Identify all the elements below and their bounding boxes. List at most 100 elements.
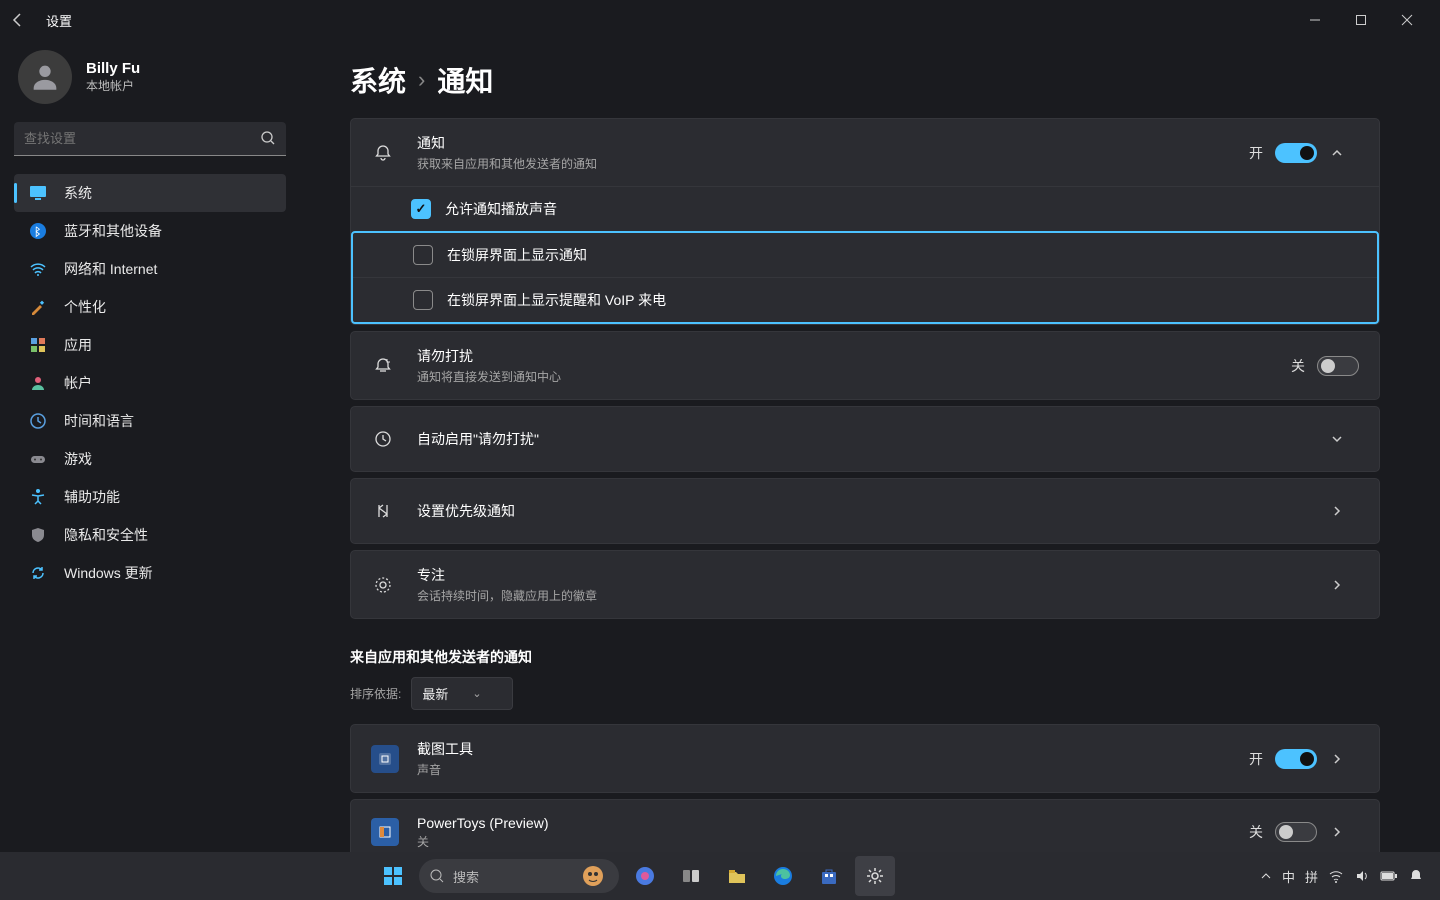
battery-icon[interactable] [1380,870,1398,882]
user-name: Billy Fu [86,60,140,77]
chevron-right-icon [1331,579,1359,591]
checkbox-icon[interactable] [411,199,431,219]
app-toggle[interactable] [1275,749,1317,769]
priority-card[interactable]: 设置优先级通知 [350,478,1380,544]
setting-title: 自动启用"请勿打扰" [417,429,1331,449]
dnd-toggle[interactable] [1317,356,1359,376]
app-toggle[interactable] [1275,822,1317,842]
sidebar-item-label: 系统 [64,183,92,203]
sort-select[interactable]: 最新 ⌄ [411,677,512,710]
breadcrumb: 系统 › 通知 [350,60,1380,100]
sidebar: Billy Fu 本地帐户 系统 蓝牙和其他设备 网络和 Internet [0,40,300,852]
app-sender-snipping[interactable]: 截图工具 声音 开 [350,724,1380,793]
system-icon [26,184,50,202]
store-button[interactable] [809,856,849,896]
user-account-type: 本地帐户 [86,77,140,94]
bell-icon [371,143,395,163]
sidebar-item-gaming[interactable]: 游戏 [14,440,286,478]
setting-subtitle: 获取来自应用和其他发送者的通知 [417,155,1249,172]
ime-mode[interactable]: 拼 [1305,867,1318,886]
time-icon [26,412,50,430]
taskbar-search[interactable]: 搜索 [419,859,619,893]
chevron-up-icon[interactable] [1331,147,1359,159]
clock-icon [371,429,395,449]
gaming-icon [26,450,50,468]
checkbox-icon[interactable] [413,245,433,265]
sidebar-item-label: 网络和 Internet [64,259,157,279]
close-button[interactable] [1384,0,1430,40]
sidebar-item-apps[interactable]: 应用 [14,326,286,364]
search-box[interactable] [14,122,286,156]
notification-icon[interactable] [1408,868,1424,884]
taskbar-search-placeholder: 搜索 [453,867,479,886]
checkbox-label: 在锁屏界面上显示提醒和 VoIP 来电 [447,290,666,310]
titlebar: 设置 [0,0,1440,40]
tray-chevron-icon[interactable] [1260,870,1272,882]
app-icon [371,745,399,773]
app-sender-powertoys[interactable]: PowerToys (Preview) 关 关 [350,799,1380,852]
setting-subtitle: 会话持续时间，隐藏应用上的徽章 [417,587,1331,604]
setting-title: 请勿打扰 [417,346,1291,366]
sidebar-item-time[interactable]: 时间和语言 [14,402,286,440]
start-button[interactable] [373,856,413,896]
notifications-toggle[interactable] [1275,143,1317,163]
app-icon [371,818,399,846]
breadcrumb-parent[interactable]: 系统 [350,60,406,100]
minimize-button[interactable] [1292,0,1338,40]
search-input[interactable] [14,122,286,156]
chevron-right-icon [1331,826,1359,838]
task-view-button[interactable] [671,856,711,896]
app-senders-header: 来自应用和其他发送者的通知 [350,647,1380,667]
sidebar-item-label: 蓝牙和其他设备 [64,221,162,241]
edge-button[interactable] [763,856,803,896]
settings-button[interactable] [855,856,895,896]
checkbox-label: 在锁屏界面上显示通知 [447,245,587,265]
setting-title: 通知 [417,133,1249,153]
sidebar-item-accounts[interactable]: 帐户 [14,364,286,402]
reminders-voip-option[interactable]: 在锁屏界面上显示提醒和 VoIP 来电 [353,277,1377,322]
sidebar-item-label: 辅助功能 [64,487,120,507]
play-sound-option[interactable]: 允许通知播放声音 [351,186,1379,231]
user-profile[interactable]: Billy Fu 本地帐户 [14,50,286,104]
notifications-row[interactable]: 通知 获取来自应用和其他发送者的通知 开 [351,119,1379,186]
ime-indicator[interactable]: 中 [1282,867,1295,886]
priority-icon [371,501,395,521]
explorer-button[interactable] [717,856,757,896]
sidebar-item-update[interactable]: Windows 更新 [14,554,286,592]
sidebar-item-system[interactable]: 系统 [14,174,286,212]
sidebar-item-bluetooth[interactable]: 蓝牙和其他设备 [14,212,286,250]
checkbox-icon[interactable] [413,290,433,310]
dnd-icon [371,356,395,376]
dnd-card[interactable]: 请勿打扰 通知将直接发送到通知中心 关 [350,331,1380,400]
sidebar-item-privacy[interactable]: 隐私和安全性 [14,516,286,554]
avatar [18,50,72,104]
copilot-button[interactable] [625,856,665,896]
accessibility-icon [26,488,50,506]
lockscreen-option[interactable]: 在锁屏界面上显示通知 [353,233,1377,277]
sort-label: 排序依据: [350,685,401,702]
sidebar-item-label: 帐户 [64,373,92,393]
focus-card[interactable]: 专注 会话持续时间，隐藏应用上的徽章 [350,550,1380,619]
network-icon [26,260,50,278]
sort-row: 排序依据: 最新 ⌄ [350,677,1380,710]
sidebar-item-personalization[interactable]: 个性化 [14,288,286,326]
chevron-right-icon [1331,753,1359,765]
app-sub: 关 [417,833,1249,850]
nav-list: 系统 蓝牙和其他设备 网络和 Internet 个性化 应用 帐户 [14,174,286,592]
main-content: 系统 › 通知 通知 获取来自应用和其他发送者的通知 开 [300,40,1440,852]
back-button[interactable] [10,12,38,28]
chevron-right-icon: › [418,67,425,93]
sidebar-item-accessibility[interactable]: 辅助功能 [14,478,286,516]
highlighted-options: 在锁屏界面上显示通知 在锁屏界面上显示提醒和 VoIP 来电 [351,231,1379,324]
sidebar-item-network[interactable]: 网络和 Internet [14,250,286,288]
apps-icon [26,336,50,354]
sidebar-item-label: 隐私和安全性 [64,525,148,545]
auto-dnd-card[interactable]: 自动启用"请勿打扰" [350,406,1380,472]
wifi-icon[interactable] [1328,868,1344,884]
app-name: PowerToys (Preview) [417,815,1249,831]
sort-value: 最新 [422,684,448,703]
maximize-button[interactable] [1338,0,1384,40]
app-sub: 声音 [417,761,1249,778]
toggle-label: 开 [1249,749,1263,769]
volume-icon[interactable] [1354,868,1370,884]
